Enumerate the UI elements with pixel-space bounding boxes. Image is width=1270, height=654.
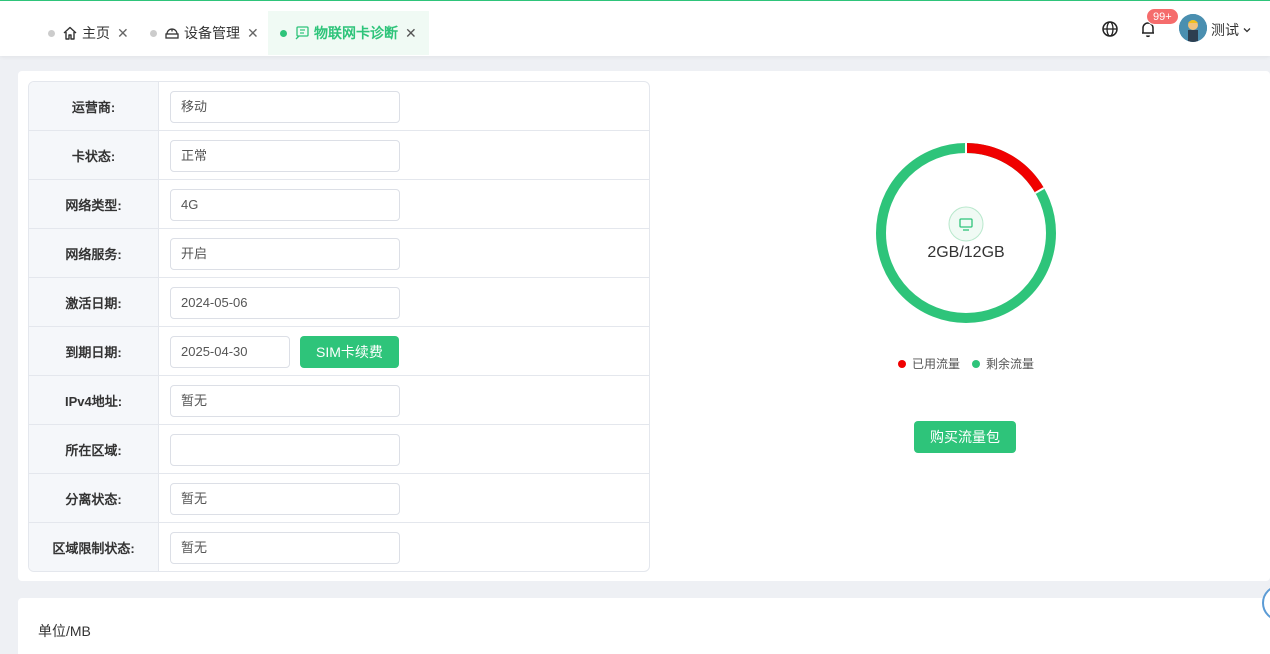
info-row-card-status: 卡状态: 正常 bbox=[29, 131, 649, 180]
monitor-icon bbox=[948, 206, 984, 242]
info-row-network-service: 网络服务: 开启 bbox=[29, 229, 649, 278]
legend-item-used: 已用流量 bbox=[898, 355, 960, 372]
info-row-ipv4: IPv4地址: 暂无 bbox=[29, 376, 649, 425]
activation-date-field[interactable]: 2024-05-06 bbox=[170, 287, 400, 319]
info-row-activation-date: 激活日期: 2024-05-06 bbox=[29, 278, 649, 327]
operator-field[interactable]: 移动 bbox=[170, 91, 400, 123]
legend-item-remaining: 剩余流量 bbox=[972, 355, 1034, 372]
row-label: 分离状态: bbox=[29, 474, 159, 522]
unit-label: 单位/MB bbox=[38, 623, 91, 639]
traffic-summary: 2GB/12GB bbox=[927, 244, 1005, 261]
sim-renew-button[interactable]: SIM卡续费 bbox=[300, 336, 399, 368]
avatar[interactable] bbox=[1179, 14, 1207, 42]
traffic-legend: 已用流量 剩余流量 bbox=[898, 355, 1046, 372]
card-status-field[interactable]: 正常 bbox=[170, 140, 400, 172]
legend-label: 剩余流量 bbox=[986, 357, 1035, 371]
card-info-table: 运营商: 移动 卡状态: 正常 网络类型: 4G 网络服务: 开启 激活日期: … bbox=[28, 81, 650, 572]
tab-device-management[interactable]: 设备管理 ✕ bbox=[150, 11, 259, 55]
tab-status-dot bbox=[150, 29, 157, 37]
traffic-donut-chart bbox=[876, 143, 1056, 323]
info-row-network-type: 网络类型: 4G bbox=[29, 180, 649, 229]
network-service-field[interactable]: 开启 bbox=[170, 238, 400, 270]
legend-dot bbox=[898, 359, 906, 368]
used-traffic-arc bbox=[965, 143, 1044, 194]
tab-home[interactable]: 主页 ✕ bbox=[48, 11, 129, 55]
sim-diagnose-icon bbox=[294, 25, 310, 41]
buy-traffic-package-button[interactable]: 购买流量包 bbox=[914, 421, 1016, 453]
legend-label: 已用流量 bbox=[912, 357, 961, 371]
tab-status-dot bbox=[280, 29, 287, 37]
info-row-operator: 运营商: 移动 bbox=[29, 82, 649, 131]
close-icon[interactable]: ✕ bbox=[405, 25, 417, 42]
notification-badge: 99+ bbox=[1146, 8, 1179, 25]
expiry-date-field[interactable]: 2025-04-30 bbox=[170, 336, 290, 368]
region-limit-field[interactable]: 暂无 bbox=[170, 532, 400, 564]
chevron-down-icon bbox=[1242, 25, 1252, 35]
row-label: 到期日期: bbox=[29, 327, 159, 375]
row-label: 网络类型: bbox=[29, 180, 159, 228]
info-row-region: 所在区域: bbox=[29, 425, 649, 474]
network-type-field[interactable]: 4G bbox=[170, 189, 400, 221]
info-row-expiry-date: 到期日期: 2025-04-30 SIM卡续费 bbox=[29, 327, 649, 376]
legend-dot bbox=[972, 359, 981, 368]
tab-sim-diagnose[interactable]: 物联网卡诊断 ✕ bbox=[268, 11, 429, 55]
info-row-region-limit: 区域限制状态: 暂无 bbox=[29, 523, 649, 571]
row-label: 卡状态: bbox=[29, 131, 159, 179]
region-field[interactable] bbox=[170, 434, 400, 466]
home-icon bbox=[62, 25, 78, 41]
close-icon[interactable]: ✕ bbox=[247, 25, 259, 42]
close-icon[interactable]: ✕ bbox=[117, 25, 129, 42]
device-icon bbox=[164, 25, 180, 41]
globe-icon[interactable] bbox=[1100, 19, 1120, 39]
detach-status-field[interactable]: 暂无 bbox=[170, 483, 400, 515]
info-row-detach-status: 分离状态: 暂无 bbox=[29, 474, 649, 523]
username: 测试 bbox=[1211, 22, 1239, 38]
row-label: IPv4地址: bbox=[29, 376, 159, 424]
tab-label: 主页 bbox=[82, 25, 110, 41]
tab-label: 设备管理 bbox=[184, 25, 240, 41]
traffic-history-card bbox=[18, 598, 1270, 654]
tab-status-dot bbox=[48, 29, 55, 37]
tab-label: 物联网卡诊断 bbox=[314, 25, 398, 41]
row-label: 网络服务: bbox=[29, 229, 159, 277]
ipv4-field[interactable]: 暂无 bbox=[170, 385, 400, 417]
user-menu[interactable]: 测试 bbox=[1211, 20, 1252, 40]
top-bar: 主页 ✕ 设备管理 ✕ 物联网卡诊断 ✕ 99+ 测试 bbox=[0, 0, 1270, 56]
row-label: 运营商: bbox=[29, 82, 159, 130]
row-label: 区域限制状态: bbox=[29, 523, 159, 571]
row-label: 激活日期: bbox=[29, 278, 159, 326]
row-label: 所在区域: bbox=[29, 425, 159, 473]
